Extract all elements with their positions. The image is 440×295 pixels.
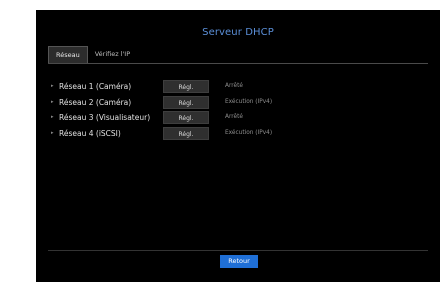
network-4-settings-button[interactable]: Régl. bbox=[163, 126, 209, 140]
network-row-3: ▸ Réseau 3 (Visualisateur) Régl. Arrêté bbox=[48, 111, 428, 126]
tab-check-ip[interactable]: Vérifiez l'IP bbox=[88, 46, 137, 63]
footer-divider bbox=[48, 250, 428, 251]
tab-bar: Réseau Vérifiez l'IP bbox=[48, 46, 137, 63]
dhcp-server-dialog: Serveur DHCP Réseau Vérifiez l'IP ▸ Rése… bbox=[36, 10, 440, 282]
bullet-icon: ▸ bbox=[51, 114, 54, 120]
network-3-settings-button[interactable]: Régl. bbox=[163, 111, 209, 124]
network-status: Arrêté bbox=[225, 114, 243, 120]
network-1-settings-button[interactable]: Régl. bbox=[163, 80, 209, 93]
network-label: Réseau 2 (Caméra) bbox=[59, 97, 132, 107]
network-label: Réseau 3 (Visualisateur) bbox=[59, 113, 151, 122]
bullet-icon: ▸ bbox=[51, 83, 54, 89]
network-status: Arrêté bbox=[225, 83, 243, 89]
tab-divider bbox=[48, 63, 428, 64]
network-list: ▸ Réseau 1 (Caméra) Régl. Arrêté ▸ Résea… bbox=[48, 80, 428, 142]
network-2-settings-button[interactable]: Régl. bbox=[163, 95, 209, 109]
network-status: Exécution (IPv4) bbox=[225, 98, 273, 105]
network-label: Réseau 1 (Caméra) bbox=[59, 82, 132, 91]
return-button[interactable]: Retour bbox=[220, 255, 258, 268]
network-label: Réseau 4 (iSCSI) bbox=[59, 128, 121, 138]
network-status: Exécution (IPv4) bbox=[225, 129, 273, 136]
tab-network[interactable]: Réseau bbox=[48, 46, 88, 63]
network-row-4: ▸ Réseau 4 (iSCSI) Régl. Exécution (IPv4… bbox=[48, 126, 428, 142]
bullet-icon: ▸ bbox=[51, 98, 54, 105]
network-row-1: ▸ Réseau 1 (Caméra) Régl. Arrêté bbox=[48, 80, 428, 95]
bullet-icon: ▸ bbox=[51, 129, 54, 136]
dialog-title: Serveur DHCP bbox=[202, 27, 274, 38]
network-row-2: ▸ Réseau 2 (Caméra) Régl. Exécution (IPv… bbox=[48, 95, 428, 111]
